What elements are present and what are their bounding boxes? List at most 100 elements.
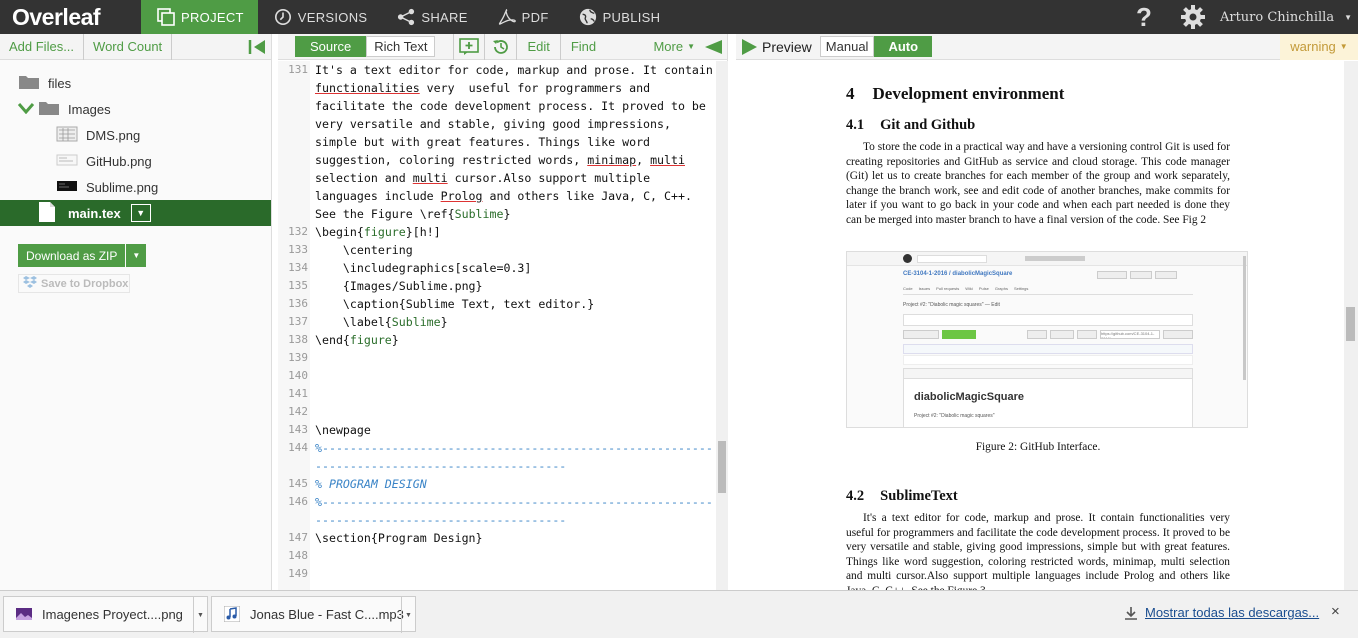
nav-project[interactable]: PROJECT: [141, 0, 258, 34]
image-thumbnail-icon: [56, 178, 78, 197]
word-count-button[interactable]: Word Count: [84, 33, 173, 60]
file-panel: Add Files... Word Count files Images DMS…: [0, 33, 272, 590]
editor-scrollbar-thumb[interactable]: [718, 441, 726, 493]
image-thumbnail-icon: [56, 126, 78, 145]
preview-scrollbar-thumb[interactable]: [1346, 307, 1355, 341]
code-editor-pane: Source Rich Text Edit Find More▼ \subsec…: [278, 33, 728, 590]
pdf-page[interactable]: 4 Development environment 4.1 Git and Gith…: [736, 61, 1344, 590]
code-line-text: \includegraphics[scale=0.3]: [315, 261, 532, 275]
download-options-caret-icon[interactable]: ▼: [126, 244, 147, 267]
nav-pdf[interactable]: PDF: [482, 0, 563, 34]
collapse-panel-icon[interactable]: [247, 38, 267, 56]
project-icon: [157, 8, 175, 26]
line-number: 135: [288, 279, 308, 292]
file-menu-chevron-icon[interactable]: ▼: [130, 204, 151, 222]
figure-scrollbar: [1243, 256, 1246, 380]
code-line-text: %---------------------------------------…: [315, 495, 714, 509]
nav-share[interactable]: SHARE: [381, 0, 481, 34]
collapse-editor-icon[interactable]: [703, 39, 723, 55]
code-line-text: very versatile and stable, giving good i…: [315, 117, 671, 131]
code-area[interactable]: \subsection{SublimeText}131It's a text e…: [278, 61, 714, 590]
history-icon[interactable]: [485, 33, 518, 60]
add-files-button[interactable]: Add Files...: [0, 33, 85, 60]
gear-icon[interactable]: [1180, 4, 1206, 30]
dropbox-icon: [23, 276, 37, 291]
code-line-text: See the Figure \ref{Sublime}: [315, 207, 511, 221]
line-number: 145: [288, 477, 308, 490]
subsection-heading-git: 4.1 Git and Github: [846, 117, 976, 133]
readme-description: Project #2: "Diabolic magic squares": [914, 413, 995, 419]
nav-pdf-label: PDF: [521, 9, 549, 25]
code-line-text: % PROGRAM DESIGN: [315, 477, 427, 491]
tree-item-sublime-png[interactable]: Sublime.png: [0, 174, 271, 200]
source-mode-button[interactable]: Source: [295, 36, 367, 57]
preview-scrollbar[interactable]: [1344, 61, 1358, 590]
line-number: 137: [288, 315, 308, 328]
github-branch-row: https://github.com/CE-3104-1-2016/: [903, 330, 1193, 340]
user-menu-caret-icon[interactable]: ▼: [1344, 13, 1352, 22]
more-menu-button[interactable]: More ▼: [653, 39, 727, 55]
line-number: 134: [288, 261, 308, 274]
github-tabs: Code Issues Pull requests Wiki Pulse Graphs Se…: [903, 286, 1193, 295]
nav-publish[interactable]: PUBLISH: [563, 0, 675, 34]
overleaf-logo[interactable]: Overleaf: [0, 0, 141, 34]
github-repo-path: CE-3104-1-2016 / diabolicMagicSquare: [903, 271, 1013, 277]
tree-item-label: files: [48, 75, 72, 91]
folder-icon: [18, 74, 40, 93]
code-line-text: suggestion, coloring restricted words, m…: [315, 153, 685, 167]
line-number: 132: [288, 225, 308, 238]
line-number: 144: [288, 441, 308, 454]
help-icon[interactable]: ?: [1130, 2, 1158, 33]
chevron-down-icon: [17, 102, 35, 117]
more-caret-icon: ▼: [687, 42, 695, 51]
find-button[interactable]: Find: [561, 34, 606, 60]
warning-dropdown[interactable]: warning ▼: [1280, 33, 1358, 60]
file-tree: files Images DMS.png GitHub.png Sublime.…: [0, 60, 271, 226]
nav-versions[interactable]: VERSIONS: [258, 0, 382, 34]
top-bar: Overleaf PROJECT VERSIONS SHARE PDF PUBL…: [0, 0, 1358, 34]
warning-caret-icon: ▼: [1339, 42, 1348, 51]
image-thumbnail-icon: [56, 152, 78, 171]
download-zip-button[interactable]: Download as ZIP: [18, 244, 126, 267]
code-line-text: ------------------------------------: [315, 513, 567, 527]
code-line-text: It's a text editor for code, markup and …: [315, 63, 713, 77]
nav-share-label: SHARE: [421, 9, 468, 25]
close-downloads-icon[interactable]: ×: [1331, 603, 1340, 620]
github-stats-bar: [903, 314, 1193, 326]
manual-mode-button[interactable]: Manual: [819, 36, 875, 57]
auto-mode-button[interactable]: Auto: [874, 36, 933, 57]
tree-item-label: Sublime.png: [86, 179, 159, 195]
github-file-row: [903, 355, 1193, 365]
edit-menu-button[interactable]: Edit: [517, 33, 561, 60]
add-comment-icon[interactable]: [453, 33, 486, 60]
subsection-heading-sublime: 4.2 SublimeText: [846, 488, 958, 504]
line-number: 136: [288, 297, 308, 310]
editor-mode-toggle: Source Rich Text: [295, 36, 436, 57]
code-line-text: {Images/Sublime.png}: [315, 279, 483, 293]
code-line-text: \newpage: [315, 423, 371, 437]
tree-item-dms-png[interactable]: DMS.png: [0, 122, 271, 148]
line-number: 141: [288, 387, 308, 400]
user-name[interactable]: Arturo Chinchilla: [1220, 10, 1334, 25]
nav-versions-label: VERSIONS: [297, 9, 368, 25]
download-options-icon[interactable]: ▼: [401, 597, 415, 633]
download-item-audio[interactable]: Jonas Blue - Fast C....mp3 ▼: [211, 596, 416, 633]
save-to-dropbox-button[interactable]: Save to Dropbox: [18, 274, 130, 293]
recompile-button[interactable]: Preview: [736, 38, 812, 56]
tree-item-files[interactable]: files: [0, 70, 271, 96]
tree-item-images[interactable]: Images: [0, 96, 271, 122]
section-heading: 4 Development environment: [846, 84, 1065, 103]
paragraph-sublime: It's a text editor for code, markup and …: [846, 512, 1230, 590]
editor-scrollbar[interactable]: [716, 61, 728, 590]
tree-item-main-tex[interactable]: main.tex ▼: [0, 200, 271, 226]
tree-item-github-png[interactable]: GitHub.png: [0, 148, 271, 174]
code-line-text: languages include Prolog and others like…: [315, 189, 692, 203]
download-item-image[interactable]: Imagenes Proyect....png ▼: [3, 596, 208, 633]
rich-text-mode-button[interactable]: Rich Text: [366, 36, 436, 57]
download-options-icon[interactable]: ▼: [193, 597, 207, 633]
file-toolbar: Add Files... Word Count: [0, 33, 271, 60]
save-to-dropbox-label: Save to Dropbox: [41, 277, 129, 290]
show-all-downloads-link[interactable]: Mostrar todas las descargas...: [1124, 605, 1319, 620]
editor-toolbar: Source Rich Text Edit Find More ▼: [278, 33, 727, 60]
audio-file-icon: [223, 605, 241, 623]
